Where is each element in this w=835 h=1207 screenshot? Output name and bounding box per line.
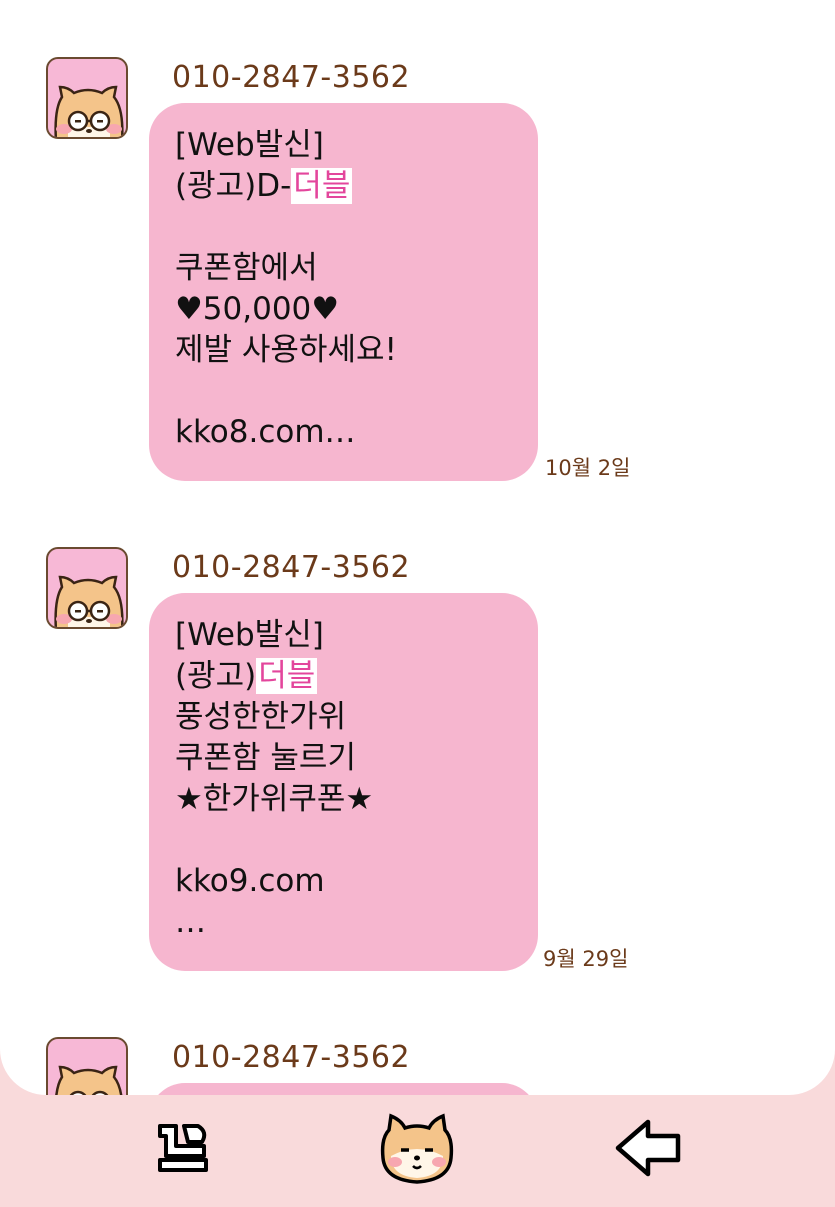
message-line: 제발 사용하세요! — [175, 332, 397, 368]
back-arrow-icon — [615, 1119, 681, 1177]
message-line: 쿠폰함 눌르기 — [175, 740, 356, 776]
shiba-glasses-avatar-icon — [54, 85, 124, 137]
recent-apps-button[interactable] — [150, 1112, 224, 1186]
shiba-home-icon — [380, 1113, 454, 1184]
message-line: (광고)D-더블 — [175, 168, 353, 204]
message-list[interactable]: 010-2847-3562 [Web발신] (광고)D-더블 쿠폰함에서 ♥50… — [0, 0, 835, 1095]
message-line: [Web발신] — [175, 617, 324, 653]
back-button[interactable] — [612, 1112, 686, 1186]
highlighted-keyword: 더블 — [291, 168, 353, 204]
message-link[interactable]: kko9.com — [175, 861, 512, 902]
highlighted-keyword: 더블 — [256, 658, 318, 694]
message-bubble[interactable]: [Web발신] (광고)D-더블 쿠폰함에서 ♥50,000♥ 제발 사용하세요… — [149, 103, 538, 481]
message-line: [Web발신] — [175, 127, 324, 163]
sender-avatar[interactable] — [46, 57, 128, 139]
message-line — [175, 207, 512, 248]
message-line: 쿠폰함에서 — [175, 250, 318, 286]
sender-number: 010-2847-3562 — [172, 1040, 411, 1075]
message-line: ★한가위쿠폰★ — [175, 781, 374, 817]
message-bubble[interactable] — [149, 1083, 538, 1095]
message-line: 풍성한한가위 — [175, 699, 347, 735]
sender-number: 010-2847-3562 — [172, 550, 411, 585]
sender-avatar[interactable] — [46, 547, 128, 629]
message-line — [175, 820, 512, 861]
shiba-glasses-avatar-icon — [55, 1065, 123, 1095]
home-button[interactable] — [377, 1112, 457, 1186]
message-time: 10월 2일 — [545, 456, 631, 480]
message-line: (광고)더블 — [175, 658, 318, 694]
message-line: ♥50,000♥ — [175, 291, 340, 327]
message-bubble[interactable]: [Web발신] (광고)더블 풍성한한가위 쿠폰함 눌르기 ★한가위쿠폰★ kk… — [149, 593, 538, 971]
recent-apps-icon — [158, 1124, 208, 1172]
sender-avatar[interactable] — [46, 1037, 128, 1095]
message-link[interactable]: kko8.com… — [175, 412, 512, 453]
message-time: 9월 29일 — [543, 947, 629, 971]
shiba-glasses-avatar-icon — [54, 575, 124, 627]
sender-number: 010-2847-3562 — [172, 60, 411, 95]
message-line: … — [175, 904, 206, 940]
message-line — [175, 371, 512, 412]
